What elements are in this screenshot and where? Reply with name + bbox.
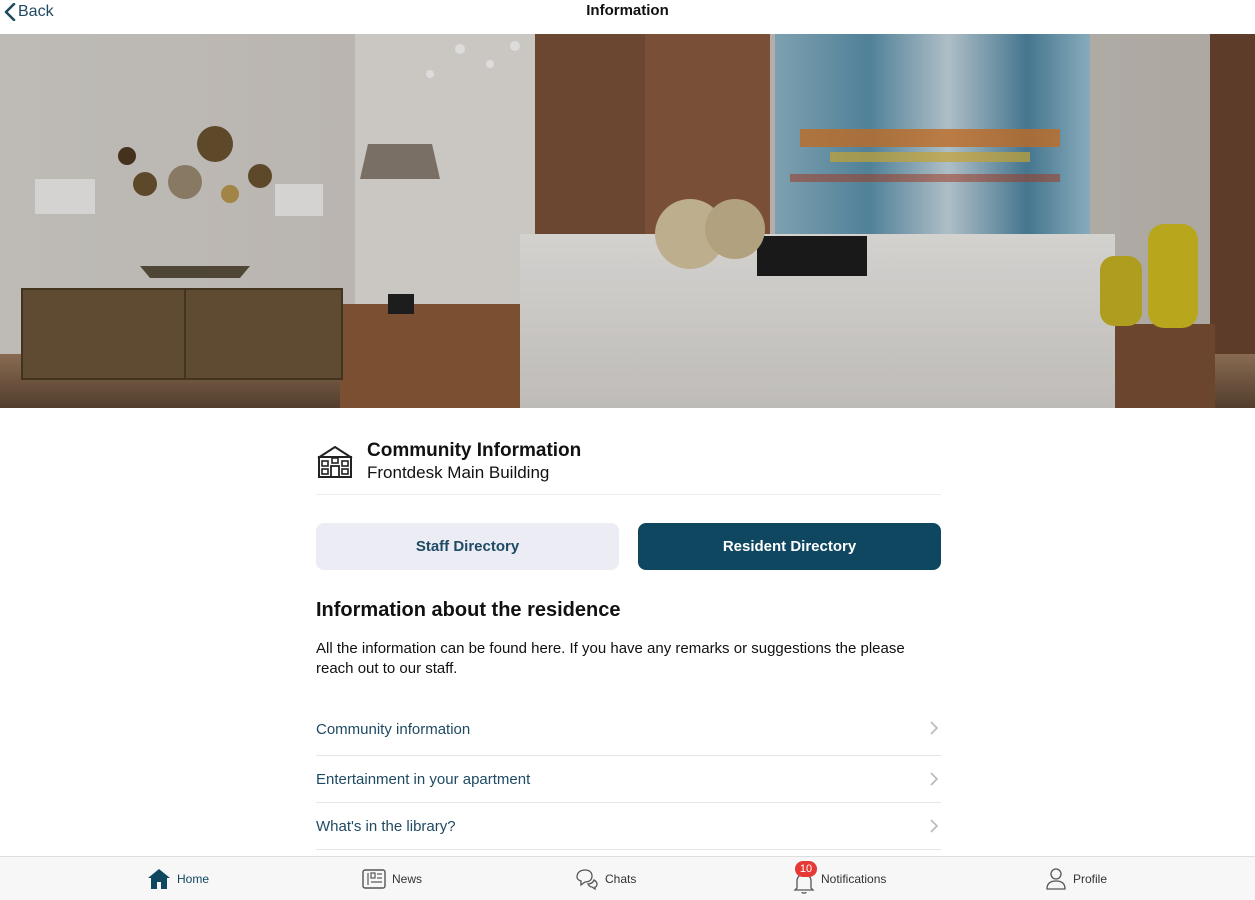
list-item-community-information[interactable]: Community information	[316, 714, 941, 756]
hero-image	[0, 34, 1255, 408]
residence-heading: Information about the residence	[316, 599, 621, 621]
tab-profile-label: Profile	[1073, 872, 1108, 886]
tab-home[interactable]: Home	[147, 857, 209, 900]
notifications-badge: 10	[795, 861, 817, 877]
chevron-right-icon	[930, 721, 939, 735]
list-item-library[interactable]: What's in the library?	[316, 803, 941, 850]
list-item-entertainment[interactable]: Entertainment in your apartment	[316, 756, 941, 803]
person-icon	[1046, 868, 1066, 890]
staff-directory-button[interactable]: Staff Directory	[316, 523, 619, 570]
community-subtitle: Frontdesk Main Building	[367, 463, 550, 482]
residence-description: All the information can be found here. I…	[316, 640, 905, 677]
community-title: Community Information	[367, 440, 582, 461]
tab-notifications[interactable]: Notifications 10	[793, 857, 886, 900]
community-header: Community Information Frontdesk Main Bui…	[316, 408, 941, 495]
tab-chats-label: Chats	[605, 872, 637, 886]
list-item-label: Entertainment in your apartment	[316, 770, 531, 788]
newspaper-icon	[362, 869, 386, 889]
chat-bubbles-icon	[576, 869, 598, 890]
tab-bar: Home News Chats Notifications 10 Profile	[0, 856, 1255, 900]
directory-buttons: Staff Directory Resident Directory	[316, 523, 941, 570]
tab-chats[interactable]: Chats	[575, 857, 636, 900]
list-item-label: What's in the library?	[316, 817, 456, 835]
tab-news-label: News	[392, 872, 423, 886]
main-content: Community Information Frontdesk Main Bui…	[316, 408, 941, 850]
chevron-right-icon	[930, 772, 939, 786]
tab-profile[interactable]: Profile	[1045, 857, 1107, 900]
tab-home-label: Home	[177, 872, 210, 886]
info-list: Community information Entertainment in y…	[316, 714, 941, 850]
home-icon	[148, 869, 170, 889]
navigation-bar: Back Information	[0, 0, 1255, 34]
building-icon	[317, 446, 353, 478]
chevron-right-icon	[930, 819, 939, 833]
tab-notifications-label: Notifications	[821, 872, 887, 886]
resident-directory-button[interactable]: Resident Directory	[638, 523, 941, 570]
tab-news[interactable]: News	[362, 857, 422, 900]
page-title: Information	[586, 2, 669, 19]
list-item-label: Community information	[316, 721, 471, 738]
